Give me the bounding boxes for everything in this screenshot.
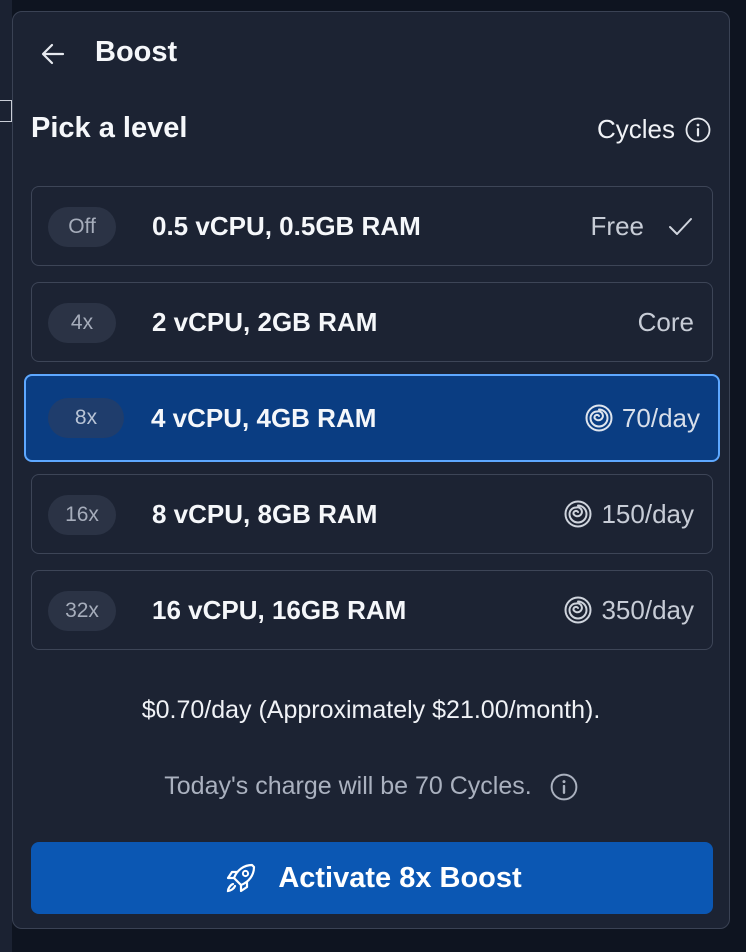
level-badge: Off <box>48 207 116 247</box>
spiral-icon <box>564 596 592 624</box>
level-badge: 32x <box>48 591 116 631</box>
cycles-info-link[interactable]: Cycles <box>597 114 711 145</box>
background-tab-edge <box>0 100 12 122</box>
level-price-label: Core <box>637 307 694 337</box>
spiral-icon <box>585 404 613 432</box>
check-icon <box>669 218 692 235</box>
charge-note-text: Today's charge will be 70 Cycles. <box>164 772 532 800</box>
level-option-16x[interactable]: 16x 8 vCPU, 8GB RAM 150/day <box>31 474 713 554</box>
level-price-label: 150/day <box>601 499 694 529</box>
level-price: 150/day <box>563 475 694 553</box>
level-spec: 16 vCPU, 16GB RAM <box>152 595 407 625</box>
level-price: 70/day <box>584 376 700 460</box>
level-price: 350/day <box>563 571 694 649</box>
level-spec: 8 vCPU, 8GB RAM <box>152 499 378 529</box>
level-price: Free <box>591 187 694 265</box>
arrow-left-icon <box>41 43 65 65</box>
level-price-label: 70/day <box>621 403 700 433</box>
level-price-label: Free <box>590 211 644 241</box>
level-price: Core <box>638 283 694 361</box>
back-button[interactable] <box>39 40 67 68</box>
page-title: Boost <box>95 36 178 68</box>
level-spec: 2 vCPU, 2GB RAM <box>152 307 378 337</box>
charge-note: Today's charge will be 70 Cycles. <box>13 772 729 801</box>
spiral-icon <box>564 500 592 528</box>
info-icon <box>685 117 711 142</box>
rocket-icon <box>227 863 256 893</box>
level-badge: 16x <box>48 495 116 535</box>
level-badge: 8x <box>48 398 124 438</box>
level-price-label: 350/day <box>601 595 694 625</box>
level-option-4x[interactable]: 4x 2 vCPU, 2GB RAM Core <box>31 282 713 362</box>
level-badge: 4x <box>48 303 116 343</box>
section-heading: Pick a level <box>31 112 188 144</box>
panel-header: Boost <box>13 12 729 94</box>
background-sidebar <box>0 0 12 952</box>
level-spec: 4 vCPU, 4GB RAM <box>151 403 377 433</box>
level-option-8x[interactable]: 8x 4 vCPU, 4GB RAM 70/day <box>24 374 720 462</box>
level-list: Off 0.5 vCPU, 0.5GB RAM Free 4x 2 vCPU, … <box>24 186 720 666</box>
cycles-label: Cycles <box>596 114 675 144</box>
boost-panel: Boost Pick a level Cycles Off 0.5 vCPU, … <box>12 11 730 929</box>
level-option-off[interactable]: Off 0.5 vCPU, 0.5GB RAM Free <box>31 186 713 266</box>
info-icon[interactable] <box>550 773 578 801</box>
activate-button-label: Activate 8x Boost <box>278 861 522 894</box>
activate-boost-button[interactable]: Activate 8x Boost <box>31 842 713 914</box>
price-summary: $0.70/day (Approximately $21.00/month). <box>141 696 601 724</box>
level-option-32x[interactable]: 32x 16 vCPU, 16GB RAM 350/day <box>31 570 713 650</box>
level-spec: 0.5 vCPU, 0.5GB RAM <box>152 211 421 241</box>
background-text-fragment <box>732 228 746 258</box>
